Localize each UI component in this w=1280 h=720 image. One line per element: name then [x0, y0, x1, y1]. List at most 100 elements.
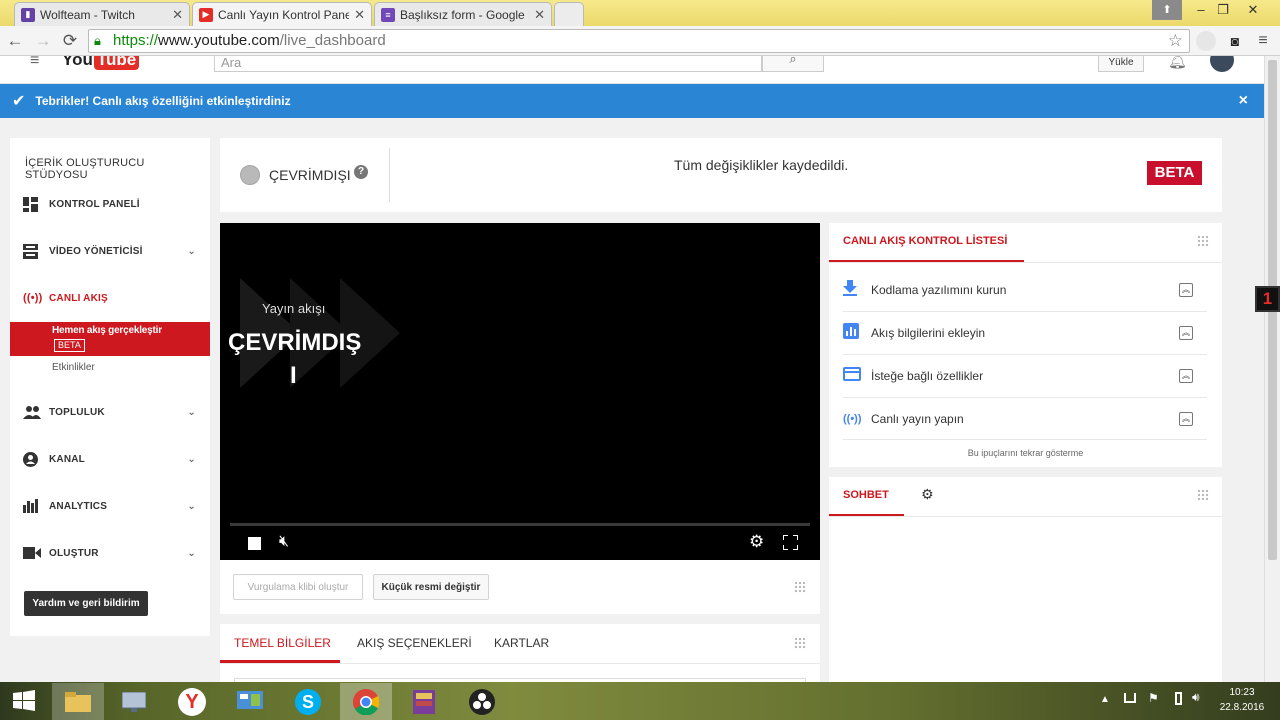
stream-overlay-status-cont: I — [290, 362, 297, 389]
windows-start-icon[interactable] — [0, 682, 48, 719]
drag-handle-icon[interactable] — [794, 637, 806, 649]
sidebar-subitem-stream-now[interactable]: Hemen akış gerçekleştir BETA — [10, 322, 210, 356]
reload-icon[interactable]: ⟳ — [59, 30, 81, 52]
yandex-browser-icon[interactable]: Y — [166, 683, 218, 720]
live-checklist-card: CANLI AKIŞ KONTROL LİSTESİ Kodlama yazıl… — [829, 223, 1222, 467]
browser-toolbar: ← → ⟳ 🔒︎ https://www.youtube.com/live_da… — [0, 26, 1280, 56]
forward-icon[interactable]: → — [32, 30, 54, 52]
file-explorer-icon[interactable] — [52, 683, 104, 720]
tab-close-icon[interactable]: ✕ — [354, 7, 365, 23]
incognito-icon[interactable]: ◙ — [1224, 30, 1246, 52]
help-feedback-button[interactable]: Yardım ve geri bildirim — [24, 591, 148, 616]
menu-icon[interactable]: ≡ — [1252, 30, 1274, 52]
checklist-item-stream-info[interactable]: Akış bilgilerini ekleyin ︽ — [829, 311, 1207, 354]
checklist-item-encoder[interactable]: Kodlama yazılımını kurun ︽ — [829, 268, 1207, 311]
change-thumbnail-button[interactable]: Küçük resmi değiştir — [373, 574, 489, 600]
checklist-item-go-live[interactable]: ((•)) Canlı yayın yapın ︽ — [829, 397, 1207, 440]
mute-icon[interactable]: 🔇︎ — [279, 533, 289, 551]
windows-taskbar: Y S ▲ ⚑ 🔊︎ 10:23 22.8.2016 — [0, 682, 1280, 720]
browser-tab-youtube[interactable]: ▶ Canlı Yayın Kontrol Paneli ✕ — [192, 2, 372, 26]
video-player[interactable]: Yayın akışı ÇEVRİMDIŞ I 🔇︎ ⚙ — [220, 223, 820, 560]
address-bar[interactable]: 🔒︎ https://www.youtube.com/live_dashboar… — [88, 29, 1190, 53]
tray-volume-icon[interactable]: 🔊︎ — [1192, 690, 1200, 705]
youtube-logo[interactable]: You Tube — [62, 56, 140, 72]
close-window-icon[interactable]: ✕ — [1238, 0, 1268, 20]
tab-basic-info[interactable]: TEMEL BİLGİLER — [234, 636, 331, 650]
create-icon — [23, 547, 49, 559]
tray-expand-icon[interactable]: ▲ — [1100, 694, 1110, 705]
chat-settings-gear-icon[interactable]: ⚙ — [921, 486, 934, 503]
browser-tab-forms[interactable]: ≡ Başlıksız form - Google Fo ✕ — [374, 2, 552, 26]
chrome-icon[interactable] — [340, 683, 392, 720]
desktop-app-icon[interactable] — [108, 683, 160, 720]
sidebar-subitem-events[interactable]: Etkinlikler — [52, 362, 95, 373]
status-indicator — [240, 165, 260, 185]
restore-icon[interactable]: ❐ — [1208, 0, 1238, 20]
page-scrollbar[interactable] — [1264, 56, 1280, 682]
skype-icon[interactable]: S — [282, 683, 334, 720]
success-banner: ✔ Tebrikler! Canlı akış özelliğini etkin… — [0, 84, 1264, 118]
drag-handle-icon[interactable] — [1197, 489, 1209, 501]
checklist-item-label: Canlı yayın yapın — [871, 411, 964, 426]
stream-status-card: ÇEVRİMDIŞI ? Tüm değişiklikler kaydedild… — [220, 138, 1222, 212]
tab-close-icon[interactable]: ✕ — [534, 7, 545, 23]
collapse-arrow-icon[interactable]: ︽ — [1179, 325, 1193, 340]
control-panel-icon[interactable] — [224, 683, 276, 720]
notification-badge[interactable]: 1 — [1255, 286, 1280, 312]
sidebar-item-label: ANALYTICS — [49, 500, 108, 512]
browser-tab-twitch[interactable]: ▮ Wolfteam - Twitch ✕ — [14, 2, 190, 26]
search-button[interactable]: ⌕ — [762, 56, 824, 72]
hide-tips-link[interactable]: Bu ipuçlarını tekrar gösterme — [829, 448, 1222, 458]
drag-handle-icon[interactable] — [1197, 235, 1209, 247]
collapse-arrow-icon[interactable]: ︽ — [1179, 282, 1193, 297]
banner-close-icon[interactable]: × — [1239, 92, 1248, 110]
notifications-bell-icon[interactable]: 🔔︎ — [1168, 56, 1187, 70]
checklist-title[interactable]: CANLI AKIŞ KONTROL LİSTESİ — [843, 235, 1007, 247]
winrar-icon[interactable] — [398, 683, 450, 720]
checklist-item-optional-features[interactable]: İsteğe bağlı özellikler ︽ — [829, 354, 1207, 397]
search-input[interactable]: Ara — [214, 56, 762, 72]
save-status-message: Tüm değişiklikler kaydedildi. — [674, 157, 849, 173]
extension-icon[interactable] — [1196, 31, 1216, 51]
tray-flag-icon[interactable]: ⚑ — [1148, 691, 1159, 705]
divider — [843, 439, 1207, 440]
new-tab-button[interactable] — [554, 2, 584, 26]
browser-tab-strip: ▮ Wolfteam - Twitch ✕ ▶ Canlı Yayın Kont… — [0, 0, 1280, 26]
create-highlight-clip-button[interactable]: Vurgulama klibi oluştur — [233, 574, 363, 600]
stop-icon[interactable] — [248, 537, 261, 550]
settings-gear-icon[interactable]: ⚙ — [749, 532, 764, 552]
tab-close-icon[interactable]: ✕ — [172, 7, 183, 23]
chat-tab[interactable]: SOHBET — [843, 489, 889, 501]
fullscreen-icon[interactable] — [782, 534, 799, 551]
channel-icon — [23, 451, 49, 467]
obs-icon[interactable] — [456, 683, 508, 720]
guide-menu-icon[interactable]: ≡ — [30, 56, 39, 70]
sidebar-item-video-manager[interactable]: VİDEO YÖNETİCİSİ ⌄ — [10, 237, 210, 265]
tab-stream-options[interactable]: AKIŞ SEÇENEKLERİ — [357, 636, 472, 650]
sidebar-item-channel[interactable]: KANAL ⌄ — [10, 445, 210, 473]
youtube-icon: ▶ — [199, 7, 213, 22]
collapse-arrow-icon[interactable]: ︽ — [1179, 411, 1193, 426]
clock-date[interactable]: 22.8.2016 — [1214, 702, 1270, 713]
back-icon[interactable]: ← — [4, 30, 26, 52]
sidebar-item-analytics[interactable]: ANALYTICS ⌄ — [10, 492, 210, 520]
drag-handle-icon[interactable] — [794, 581, 806, 593]
sidebar-item-create[interactable]: OLUŞTUR ⌄ — [10, 539, 210, 567]
tray-battery-icon[interactable] — [1175, 692, 1182, 705]
checklist-item-label: Akış bilgilerini ekleyin — [871, 325, 986, 340]
bookmark-star-icon[interactable]: ☆ — [1168, 30, 1183, 52]
stream-status-label: ÇEVRİMDIŞI — [269, 167, 351, 183]
sidebar-title: İÇERİK OLUŞTURUCU STÜDYOSU — [25, 157, 145, 181]
profile-icon[interactable]: ⬆ — [1152, 0, 1182, 20]
collapse-arrow-icon[interactable]: ︽ — [1179, 368, 1193, 383]
sidebar-item-community[interactable]: TOPLULUK ⌄ — [10, 398, 210, 426]
tab-cards[interactable]: KARTLAR — [494, 636, 549, 650]
sidebar-item-dashboard[interactable]: KONTROL PANELİ — [10, 190, 210, 218]
help-icon[interactable]: ? — [354, 165, 368, 179]
upload-button[interactable]: Yükle — [1098, 56, 1144, 72]
progress-bar[interactable] — [230, 523, 810, 526]
sidebar-item-live-stream[interactable]: ((•)) CANLI AKIŞ — [10, 284, 210, 312]
tray-network-icon[interactable] — [1124, 693, 1136, 703]
clock-time[interactable]: 10:23 — [1214, 687, 1270, 698]
avatar[interactable] — [1210, 56, 1234, 72]
